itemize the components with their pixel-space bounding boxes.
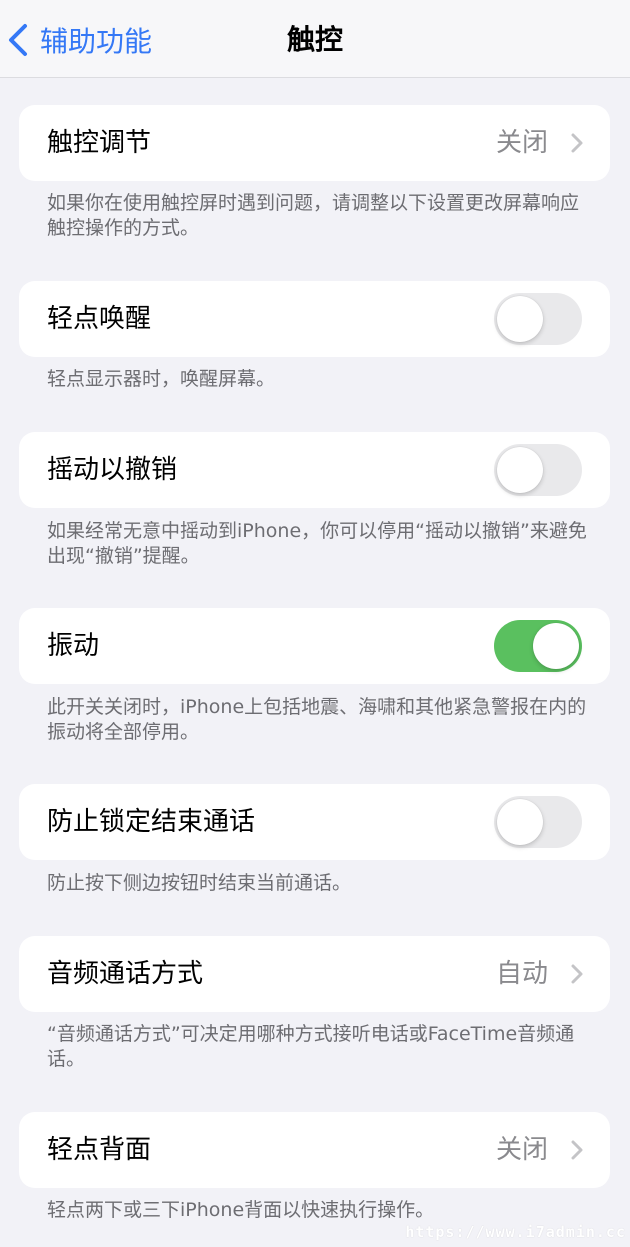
- tap-to-wake-toggle[interactable]: [494, 293, 582, 345]
- toggle-knob: [497, 447, 543, 493]
- row-label: 振动: [47, 631, 100, 661]
- row-footer: 此开关关闭时，iPhone上包括地震、海啸和其他紧急警报在内的振动将全部停用。: [47, 696, 587, 743]
- toggle-knob: [497, 799, 543, 845]
- row-prevent-lock-end-call: 防止锁定结束通话: [19, 784, 610, 860]
- row-footer: 轻点显示器时，唤醒屏幕。: [47, 368, 276, 390]
- row-value: 自动: [495, 959, 548, 989]
- row-label: 防止锁定结束通话: [47, 807, 256, 837]
- toggle-knob: [497, 296, 543, 342]
- row-label: 轻点背面: [47, 1135, 152, 1165]
- row-label: 摇动以撤销: [47, 455, 178, 485]
- row-value: 关闭: [495, 1135, 548, 1165]
- row-label: 轻点唤醒: [47, 304, 152, 334]
- row-label: 触控调节: [47, 128, 152, 158]
- row-label: 音频通话方式: [47, 959, 204, 989]
- vibration-toggle[interactable]: [494, 620, 582, 672]
- row-tap-to-wake: 轻点唤醒: [19, 281, 610, 357]
- prevent-lock-end-call-toggle[interactable]: [494, 796, 582, 848]
- row-shake-to-undo: 摇动以撤销: [19, 432, 610, 508]
- chevron-right-icon: [571, 964, 583, 984]
- navigation-bar: 辅助功能 触控: [0, 0, 630, 78]
- row-touch-accommodations[interactable]: 触控调节 关闭: [19, 105, 610, 181]
- chevron-right-icon: [571, 1140, 583, 1160]
- watermark: https://www.i7admin.cc: [405, 1223, 626, 1241]
- row-footer: “音频通话方式”可决定用哪种方式接听电话或FaceTime音频通话。: [47, 1023, 575, 1070]
- row-footer: 轻点两下或三下iPhone背面以快速执行操作。: [47, 1199, 435, 1221]
- row-vibration: 振动: [19, 608, 610, 684]
- row-footer: 防止按下侧边按钮时结束当前通话。: [47, 872, 352, 894]
- row-value: 关闭: [495, 128, 548, 158]
- row-back-tap[interactable]: 轻点背面 关闭: [19, 1112, 610, 1188]
- shake-to-undo-toggle[interactable]: [494, 444, 582, 496]
- chevron-right-icon: [571, 133, 583, 153]
- row-footer: 如果经常无意中摇动到iPhone，你可以停用“摇动以撤销”来避免出现“撤销”提醒…: [47, 520, 587, 567]
- page-title: 触控: [286, 23, 343, 56]
- row-call-audio-routing[interactable]: 音频通话方式 自动: [19, 936, 610, 1012]
- toggle-knob: [533, 623, 579, 669]
- row-footer: 如果你在使用触控屏时遇到问题，请调整以下设置更改屏幕响应触控操作的方式。: [47, 192, 580, 239]
